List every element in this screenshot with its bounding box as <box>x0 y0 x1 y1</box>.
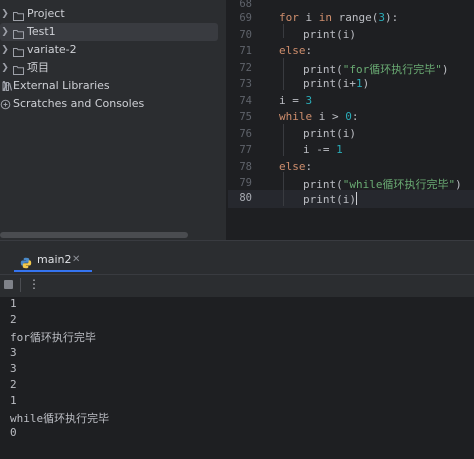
tree-item-scratches[interactable]: Scratches and Consoles <box>0 95 220 113</box>
tab-label: main2 <box>37 253 72 266</box>
tree-item-label: variate-2 <box>27 43 77 56</box>
tree-item-xiangmu[interactable]: ❯ 项目 <box>0 59 220 77</box>
line-number: 70 <box>239 29 252 41</box>
line-number-current: 80 <box>239 192 252 204</box>
tree-item-label: Project <box>27 7 65 20</box>
code-line-69: for i in range(3): <box>279 11 399 24</box>
tree-item-project[interactable]: ❯ Project <box>0 5 220 23</box>
indent-guide <box>283 172 284 206</box>
code-line-75: while i > 0: <box>279 110 359 123</box>
main-area: ❯ Project ❯ Test1 ❯ variate-2 ❯ 项目 ❯ Ext… <box>0 0 474 240</box>
console-line: 2 <box>10 378 17 391</box>
tree-item-label: 项目 <box>27 61 49 74</box>
tree-item-external-libraries[interactable]: ❯ External Libraries <box>0 77 220 95</box>
scratches-icon <box>0 98 11 116</box>
code-line-78: else: <box>279 160 313 173</box>
tree-item-variate-2[interactable]: ❯ variate-2 <box>0 41 220 59</box>
chevron-right-icon[interactable]: ❯ <box>0 23 10 41</box>
line-number: 74 <box>239 95 252 107</box>
code-line-74: i = 3 <box>279 94 313 107</box>
code-editor[interactable]: 68 69 70 71 72 73 74 75 76 77 78 79 80 f… <box>228 0 474 240</box>
code-line-80: print(i) <box>303 192 357 206</box>
code-line-76: print(i) <box>303 127 356 140</box>
line-number: 71 <box>239 45 252 57</box>
console-line: 1 <box>10 394 17 407</box>
line-number: 69 <box>239 12 252 24</box>
console-line: 2 <box>10 313 17 326</box>
toolbar-divider <box>20 278 21 292</box>
toolbar-separator <box>0 274 474 275</box>
close-icon[interactable]: ✕ <box>72 248 80 272</box>
tree-item-label: External Libraries <box>13 79 110 92</box>
console-line: 3 <box>10 346 17 359</box>
line-number: 73 <box>239 78 252 90</box>
line-number: 76 <box>239 128 252 140</box>
line-number: 79 <box>239 177 252 189</box>
horizontal-scrollbar[interactable] <box>0 232 188 238</box>
tree-item-label: Scratches and Consoles <box>13 97 145 110</box>
console-line: while循环执行完毕 <box>10 412 110 425</box>
run-tool-window: main2 ✕ ⋮ 1 2 for循环执行完毕 3 3 2 1 while循环执… <box>0 244 474 459</box>
project-panel: ❯ Project ❯ Test1 ❯ variate-2 ❯ 项目 ❯ Ext… <box>0 0 226 240</box>
line-number: 77 <box>239 144 252 156</box>
console-line: 0 <box>10 426 17 439</box>
line-number: 72 <box>239 62 252 74</box>
indent-guide <box>283 124 284 156</box>
code-line-70: print(i) <box>303 28 356 41</box>
line-number: 68 <box>239 0 252 10</box>
tree-item-test1[interactable]: ❯ Test1 <box>0 23 218 41</box>
chevron-right-icon[interactable]: ❯ <box>0 5 10 23</box>
code-line-79: print("while循环执行完毕") <box>303 178 462 191</box>
code-line-72: print("for循环执行完毕") <box>303 63 449 76</box>
console-line: 1 <box>10 297 17 310</box>
tree-item-label: Test1 <box>27 25 56 38</box>
code-line-73: print(i+1) <box>303 77 370 90</box>
indent-guide <box>283 58 284 90</box>
active-tab-indicator <box>14 270 92 272</box>
more-options-icon[interactable]: ⋮ <box>28 277 40 291</box>
stop-button[interactable] <box>4 280 13 289</box>
line-number-gutter: 68 69 70 71 72 73 74 75 76 77 78 79 80 <box>228 0 268 240</box>
console-line: for循环执行完毕 <box>10 331 96 344</box>
line-number: 78 <box>239 161 252 173</box>
line-number: 75 <box>239 111 252 123</box>
chevron-right-icon[interactable]: ❯ <box>0 41 10 59</box>
text-caret <box>355 192 357 205</box>
indent-guide <box>283 24 284 38</box>
code-line-77: i -= 1 <box>303 143 343 156</box>
console-output[interactable]: 1 2 for循环执行完毕 3 3 2 1 while循环执行完毕 0 <box>0 297 474 459</box>
chevron-right-icon[interactable]: ❯ <box>0 59 10 77</box>
code-line-71: else: <box>279 44 313 57</box>
console-line: 3 <box>10 362 17 375</box>
